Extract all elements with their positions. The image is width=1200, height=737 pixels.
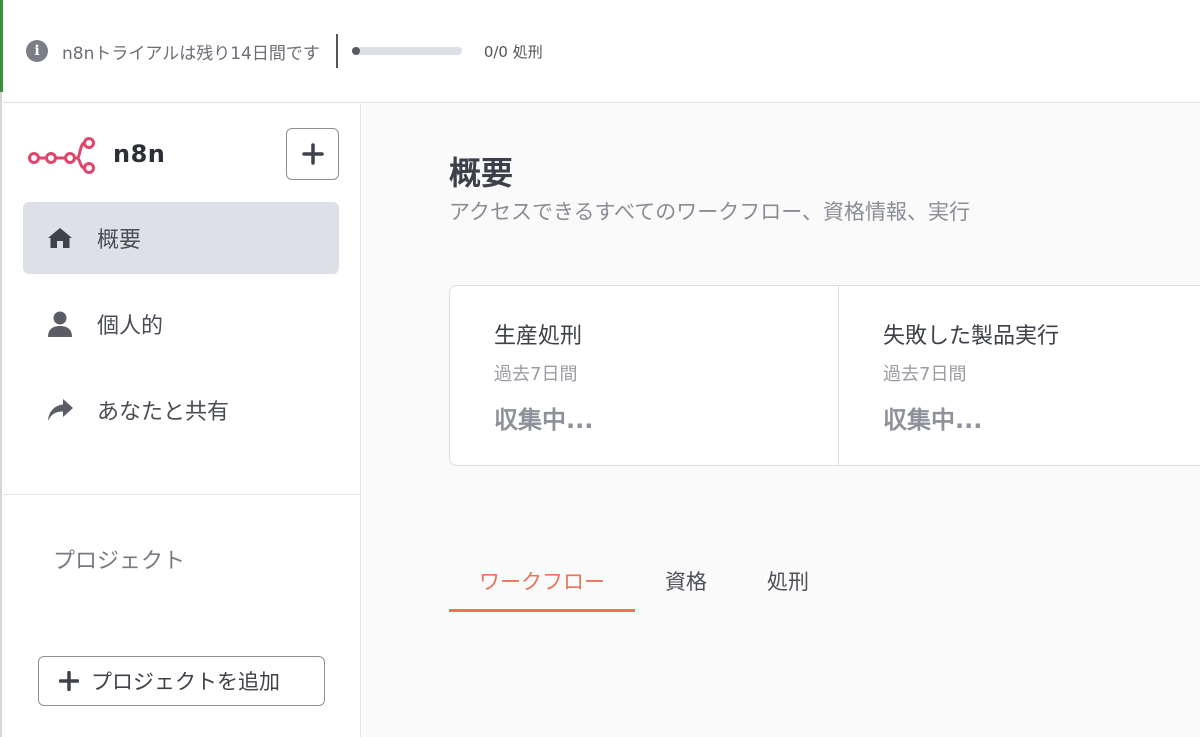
share-icon — [45, 395, 75, 425]
trial-banner: i n8nトライアルは残り14日間です 0/0 処刑 — [3, 0, 1200, 103]
info-icon: i — [26, 40, 48, 62]
stat-period: 過去7日間 — [494, 364, 578, 385]
page-title: 概要 — [449, 154, 514, 192]
sidebar-item-label: 個人的 — [97, 314, 164, 339]
projects-label: プロジェクト — [53, 549, 186, 574]
n8n-logo-icon — [28, 137, 95, 174]
stats-panel: 生産処刑 過去7日間 収集中... 失敗した製品実行 過去7日間 収集中... — [449, 285, 1200, 466]
sidebar: n8n 概要 個人的 あなたと共有 プロジェクト プロジェクトを追加 — [3, 104, 361, 737]
stat-value: 収集中... — [883, 406, 983, 434]
banner-separator — [335, 34, 338, 68]
stat-period: 過去7日間 — [883, 364, 967, 385]
stat-card-production-executions[interactable]: 生産処刑 過去7日間 収集中... — [450, 286, 839, 465]
sidebar-item-overview[interactable]: 概要 — [23, 202, 339, 274]
brand[interactable]: n8n — [27, 134, 165, 174]
add-project-label: プロジェクトを追加 — [91, 670, 280, 694]
tabs: ワークフロー 資格 処刑 — [449, 558, 839, 612]
stat-title: 失敗した製品実行 — [883, 324, 1060, 349]
window-edge — [0, 0, 2, 737]
create-button[interactable] — [286, 128, 339, 180]
plus-icon — [301, 143, 324, 165]
page-subtitle: アクセスできるすべてのワークフロー、資格情報、実行 — [449, 200, 971, 224]
sidebar-item-personal[interactable]: 個人的 — [23, 288, 339, 360]
home-icon — [45, 223, 75, 253]
add-project-button[interactable]: プロジェクトを追加 — [38, 656, 325, 706]
trial-text: n8nトライアルは残り14日間です — [62, 43, 320, 64]
main-content: 概要 アクセスできるすべてのワークフロー、資格情報、実行 生産処刑 過去7日間 … — [362, 104, 1200, 737]
plus-icon — [59, 671, 79, 691]
tab-credentials[interactable]: 資格 — [635, 558, 737, 612]
stat-title: 生産処刑 — [494, 324, 583, 349]
sidebar-divider — [3, 494, 360, 495]
sidebar-item-label: あなたと共有 — [97, 400, 230, 425]
executions-progress-fill — [351, 47, 360, 55]
tab-workflows[interactable]: ワークフロー — [449, 558, 635, 612]
executions-progress-bar — [351, 47, 462, 55]
stat-card-failed-executions[interactable]: 失敗した製品実行 過去7日間 収集中... — [839, 286, 1200, 465]
sidebar-item-label: 概要 — [97, 228, 142, 253]
stat-value: 収集中... — [494, 406, 594, 434]
user-icon — [45, 309, 75, 339]
brand-name: n8n — [113, 140, 166, 168]
tab-executions[interactable]: 処刑 — [737, 558, 839, 612]
executions-progress-text: 0/0 処刑 — [483, 42, 543, 61]
sidebar-item-shared[interactable]: あなたと共有 — [23, 374, 339, 446]
